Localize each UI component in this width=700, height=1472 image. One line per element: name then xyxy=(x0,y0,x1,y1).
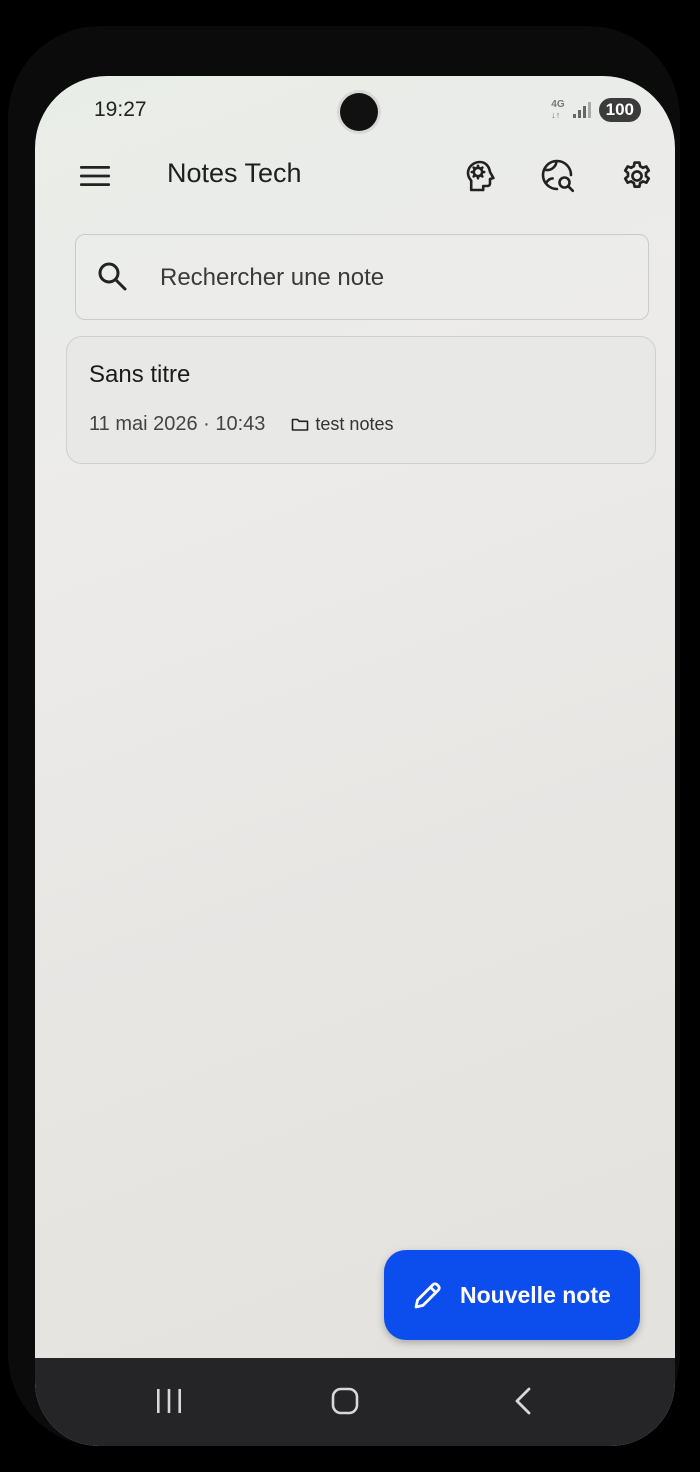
note-title: Sans titre xyxy=(89,361,191,388)
recent-apps-icon xyxy=(157,1389,181,1413)
home-button[interactable] xyxy=(315,1376,375,1426)
settings-icon xyxy=(623,161,651,188)
note-folder-label: test notes xyxy=(315,414,394,434)
pencil-icon xyxy=(412,1279,444,1311)
settings-button[interactable] xyxy=(615,154,659,198)
ai-button[interactable] xyxy=(458,154,502,198)
network-type: 4G xyxy=(551,99,565,110)
home-icon xyxy=(331,1387,359,1415)
note-meta: 11 mai 2026 · 10:43 test notes xyxy=(89,413,393,436)
battery-indicator: 100 xyxy=(598,98,641,122)
note-folder: test notes xyxy=(291,414,393,435)
status-bar: 19:27 4G ↓↑ 100 xyxy=(35,76,675,146)
status-indicators: 4G ↓↑ 100 xyxy=(551,98,641,122)
world-search-icon xyxy=(541,159,575,193)
network-indicator: 4G ↓↑ xyxy=(551,99,565,121)
new-note-button[interactable]: Nouvelle note xyxy=(384,1250,640,1340)
search-icon xyxy=(98,262,127,291)
recent-apps-button[interactable] xyxy=(139,1376,199,1426)
brain-icon xyxy=(466,160,495,192)
note-card[interactable]: Sans titre 11 mai 2026 · 10:43 test note… xyxy=(66,336,656,464)
new-note-label: Nouvelle note xyxy=(460,1281,611,1308)
app-title: Notes Tech xyxy=(167,158,302,188)
web-search-button[interactable] xyxy=(536,154,580,198)
search-input[interactable] xyxy=(158,253,622,303)
menu-button[interactable] xyxy=(73,154,117,198)
back-button[interactable] xyxy=(493,1376,553,1426)
phone-frame: 19:27 4G ↓↑ 100 Notes Tech Rechercher un… xyxy=(8,26,680,1446)
folder-icon xyxy=(292,418,309,431)
screen: 19:27 4G ↓↑ 100 Notes Tech Rechercher un… xyxy=(35,76,675,1446)
status-time: 19:27 xyxy=(94,98,147,121)
front-camera xyxy=(340,93,378,131)
data-arrows-icon: ↓↑ xyxy=(551,110,561,120)
menu-icon xyxy=(80,166,110,186)
search-bar[interactable] xyxy=(75,234,649,320)
note-date: 11 mai 2026 · 10:43 xyxy=(89,413,266,435)
system-nav-bar xyxy=(35,1358,675,1446)
back-icon xyxy=(515,1387,531,1415)
signal-icon xyxy=(572,102,591,118)
